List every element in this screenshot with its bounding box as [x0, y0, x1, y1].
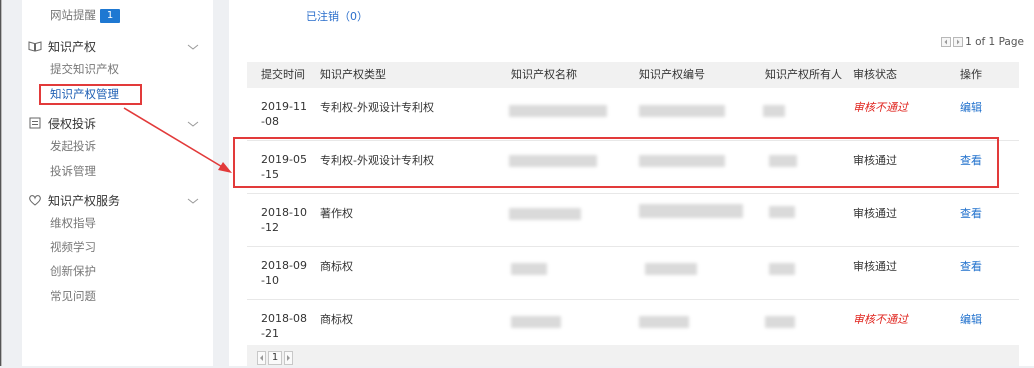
status-badge: 审核通过: [853, 260, 897, 273]
sidebar-item-label: 发起投诉: [50, 139, 96, 153]
submit-date: 2019-11-08: [261, 100, 307, 128]
sidebar-section-title: 知识产权服务: [48, 194, 121, 208]
annotation-highlight-menu: [39, 84, 142, 105]
sidebar-item-innovation-protection[interactable]: 创新保护: [22, 260, 213, 282]
sidebar-item-complaint-management[interactable]: 投诉管理: [22, 160, 213, 182]
status-badge: 审核通过: [853, 207, 897, 220]
redacted-number: [645, 263, 697, 275]
heart-icon: [29, 195, 41, 206]
column-header-type: 知识产权类型: [320, 68, 386, 81]
table-header: 提交时间 知识产权类型 知识产权名称 知识产权编号 知识产权所有人 审核状态 操…: [247, 62, 1019, 88]
redacted-name: [509, 208, 581, 220]
submit-date: 2018-09-10: [261, 259, 307, 287]
ip-type: 专利权-外观设计专利权: [320, 101, 434, 114]
prev-page-icon[interactable]: [257, 351, 266, 365]
redacted-owner: [763, 105, 785, 117]
prev-page-icon[interactable]: [941, 37, 952, 47]
view-link[interactable]: 查看: [960, 258, 982, 274]
window-edge-inner: [1, 0, 2, 366]
sidebar-section-title: 知识产权: [48, 40, 97, 54]
notification-badge: 1: [100, 9, 120, 23]
next-page-icon[interactable]: [953, 37, 964, 47]
edit-link[interactable]: 编辑: [960, 311, 982, 327]
next-page-icon[interactable]: [284, 351, 293, 365]
sidebar-section-complaint[interactable]: 侵权投诉: [22, 113, 213, 135]
column-header-name: 知识产权名称: [511, 68, 577, 81]
sidebar-item-site-reminder[interactable]: 网站提醒 1: [22, 4, 213, 26]
page-number-button[interactable]: 1: [268, 351, 282, 365]
ip-type: 商标权: [320, 313, 353, 326]
column-header-action: 操作: [960, 68, 982, 81]
sidebar-item-label: 维权指导: [50, 216, 96, 230]
redacted-number: [639, 316, 689, 328]
sidebar-item-submit-ip[interactable]: 提交知识产权: [22, 58, 213, 80]
redacted-name: [509, 105, 607, 117]
sidebar-item-video-learning[interactable]: 视频学习: [22, 236, 213, 258]
view-link[interactable]: 查看: [960, 205, 982, 221]
redacted-name: [511, 316, 561, 328]
sidebar-item-label: 视频学习: [50, 240, 96, 254]
document-icon: [29, 117, 41, 129]
pager-bottom: 1: [247, 345, 1019, 366]
redacted-owner: [769, 263, 795, 275]
ip-type: 著作权: [320, 207, 353, 220]
submit-date: 2018-10-12: [261, 206, 307, 234]
page-info: 1 of 1 Page: [965, 36, 1024, 48]
sidebar-item-label: 提交知识产权: [50, 62, 119, 76]
book-icon: [28, 41, 42, 52]
chevron-down-icon[interactable]: [187, 190, 199, 212]
redacted-name: [511, 263, 547, 275]
column-header-date: 提交时间: [261, 68, 305, 81]
annotation-highlight-row: [233, 137, 999, 188]
sidebar-item-label: 创新保护: [50, 264, 96, 278]
table-row: 2018-09-10 商标权 审核通过 查看: [247, 247, 1019, 300]
sidebar-item-rights-guide[interactable]: 维权指导: [22, 212, 213, 234]
redacted-owner: [769, 206, 795, 218]
sidebar-section-ip-service[interactable]: 知识产权服务: [22, 190, 213, 212]
sidebar: 网站提醒 1 知识产权 提交知识产权 知识产权管理 侵权投诉 发起投诉 投诉管理 …: [22, 0, 213, 366]
redacted-number: [639, 204, 743, 218]
edit-link[interactable]: 编辑: [960, 99, 982, 115]
status-badge: 审核不通过: [853, 101, 908, 114]
sidebar-item-file-complaint[interactable]: 发起投诉: [22, 135, 213, 157]
sidebar-section-title: 侵权投诉: [48, 117, 97, 131]
table-row: 2018-10-12 著作权 审核通过 查看: [247, 194, 1019, 247]
sidebar-item-label: 网站提醒: [50, 8, 96, 22]
chevron-down-icon[interactable]: [187, 36, 199, 58]
status-badge: 审核不通过: [853, 313, 908, 326]
table-row: 2019-11-08 专利权-外观设计专利权 审核不通过 编辑: [247, 88, 1019, 141]
cancelled-link[interactable]: 已注销（0）: [306, 8, 368, 24]
sidebar-item-faq[interactable]: 常见问题: [22, 285, 213, 307]
submit-date: 2018-08-21: [261, 312, 307, 340]
pager-top: 1 of 1 Page: [941, 36, 1024, 48]
chevron-down-icon[interactable]: [187, 113, 199, 135]
redacted-number: [639, 105, 725, 117]
redacted-owner: [765, 316, 795, 328]
sidebar-item-label: 投诉管理: [50, 164, 96, 178]
sidebar-section-ip[interactable]: 知识产权: [22, 36, 213, 58]
sidebar-item-label: 常见问题: [50, 289, 96, 303]
column-header-status: 审核状态: [853, 68, 897, 81]
ip-table: 提交时间 知识产权类型 知识产权名称 知识产权编号 知识产权所有人 审核状态 操…: [247, 62, 1019, 353]
ip-type: 商标权: [320, 260, 353, 273]
column-header-owner: 知识产权所有人: [765, 68, 842, 81]
column-header-number: 知识产权编号: [639, 68, 705, 81]
